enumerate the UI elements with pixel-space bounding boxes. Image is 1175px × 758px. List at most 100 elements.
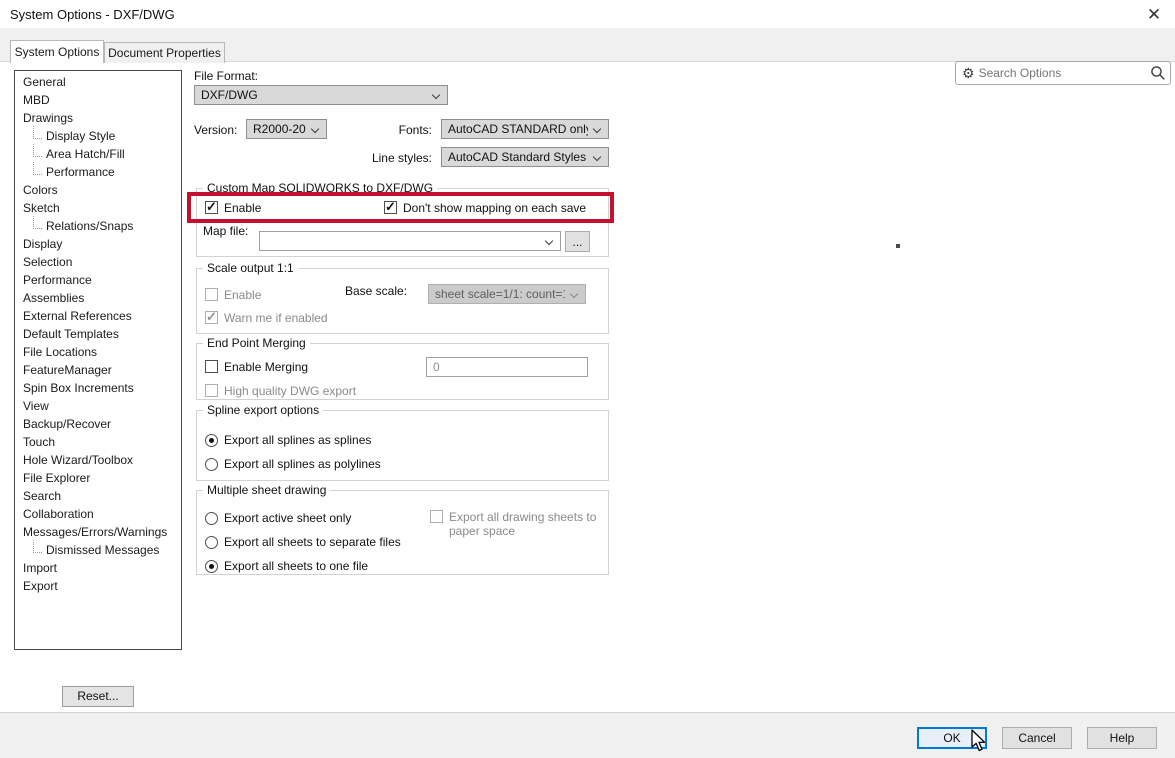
checkbox-box [205, 201, 218, 214]
sidebar-item-label: Backup/Recover [23, 417, 111, 431]
map-file-select[interactable] [259, 231, 561, 251]
spline-radio-export-all-splines-as-splines[interactable]: Export all splines as splines [205, 433, 381, 447]
chevron-down-icon [593, 153, 601, 161]
sidebar-item-collaboration[interactable]: Collaboration [15, 505, 181, 523]
sidebar-item-selection[interactable]: Selection [15, 253, 181, 271]
sidebar-item-view[interactable]: View [15, 397, 181, 415]
options-tree: General MBD Drawings Display Style Area Hatc… [14, 70, 182, 650]
sidebar-item-export[interactable]: Export [15, 577, 181, 595]
radio-button [205, 434, 218, 447]
custom-map-group-title: Custom Map SOLIDWORKS to DXF/DWG [203, 181, 437, 195]
base-scale-label: Base scale: [345, 284, 407, 298]
sidebar-item-sketch[interactable]: Sketch [15, 199, 181, 217]
radio-button [205, 560, 218, 573]
sidebar-item-label: Dismissed Messages [46, 543, 159, 557]
enable-mapping-checkbox[interactable]: Enable [205, 201, 261, 215]
tab-document-properties[interactable]: Document Properties [104, 42, 225, 63]
search-icon[interactable] [1150, 65, 1166, 81]
checkbox-box [430, 510, 443, 523]
version-select[interactable]: R2000-2002 [246, 119, 327, 139]
sidebar-item-file-explorer[interactable]: File Explorer [15, 469, 181, 487]
radio-label: Export all splines as polylines [224, 457, 381, 471]
base-scale-select: sheet scale=1/1: count=1 [428, 284, 586, 304]
line-styles-label: Line styles: [360, 151, 432, 165]
sidebar-item-relations-snaps[interactable]: Relations/Snaps [15, 217, 181, 235]
sidebar-item-performance[interactable]: Performance [15, 271, 181, 289]
file-format-select[interactable]: DXF/DWG [194, 85, 448, 105]
sidebar-item-display-style[interactable]: Display Style [15, 127, 181, 145]
search-options-box[interactable]: ⚙ [955, 61, 1171, 85]
chevron-down-icon [432, 91, 440, 99]
scale-enable-checkbox[interactable]: Enable [205, 288, 261, 302]
sidebar-item-file-locations[interactable]: File Locations [15, 343, 181, 361]
sidebar-item-import[interactable]: Import [15, 559, 181, 577]
checkbox-box [384, 201, 397, 214]
sidebar-item-label: Sketch [23, 201, 60, 215]
checkbox-box [205, 360, 218, 373]
reset-button[interactable]: Reset... [62, 686, 134, 707]
sidebar-item-label: Drawings [23, 111, 73, 125]
sidebar-item-label: Performance [23, 273, 92, 287]
sidebar-item-label: FeatureManager [23, 363, 112, 377]
radio-button [205, 536, 218, 549]
sidebar-item-label: Display Style [46, 129, 115, 143]
map-file-label: Map file: [203, 224, 248, 238]
sidebar-item-mbd[interactable]: MBD [15, 91, 181, 109]
sidebar-item-messages-errors-warnings[interactable]: Messages/Errors/Warnings [15, 523, 181, 541]
spline-radio-export-all-splines-as-polylines[interactable]: Export all splines as polylines [205, 457, 381, 471]
sidebar-item-general[interactable]: General [15, 73, 181, 91]
high-quality-dwg-checkbox: High quality DWG export [205, 384, 356, 398]
fonts-select[interactable]: AutoCAD STANDARD only [441, 119, 609, 139]
radio-button [205, 512, 218, 525]
close-icon[interactable]: ✕ [1143, 4, 1165, 26]
help-button[interactable]: Help [1087, 727, 1157, 749]
search-input[interactable] [979, 66, 1150, 80]
line-styles-select[interactable]: AutoCAD Standard Styles [441, 147, 609, 167]
sidebar-item-search[interactable]: Search [15, 487, 181, 505]
tab-system-options[interactable]: System Options [10, 40, 104, 63]
sidebar-item-label: Selection [23, 255, 72, 269]
sidebar-item-spin-box-increments[interactable]: Spin Box Increments [15, 379, 181, 397]
enable-merging-checkbox[interactable]: Enable Merging [205, 360, 308, 374]
sidebar-item-label: Collaboration [23, 507, 94, 521]
tree-connector [33, 162, 42, 175]
sidebar-item-touch[interactable]: Touch [15, 433, 181, 451]
sidebar-item-hole-wizard-toolbox[interactable]: Hole Wizard/Toolbox [15, 451, 181, 469]
tree-connector [33, 144, 42, 157]
sidebar-item-label: Spin Box Increments [23, 381, 134, 395]
spline-export-radio-group: Export all splines as splines Export all … [205, 433, 381, 471]
sidebar-item-display[interactable]: Display [15, 235, 181, 253]
cancel-button[interactable]: Cancel [1002, 727, 1072, 749]
sidebar-item-area-hatch-fill[interactable]: Area Hatch/Fill [15, 145, 181, 163]
sheet-radio-export-active-sheet-only[interactable]: Export active sheet only [205, 511, 401, 525]
browse-map-file-button[interactable]: ... [565, 231, 590, 252]
sidebar-item-label: MBD [23, 93, 50, 107]
sidebar-item-default-templates[interactable]: Default Templates [15, 325, 181, 343]
multiple-sheet-radio-group: Export active sheet only Export all sheet… [205, 511, 401, 573]
sidebar-item-label: File Explorer [23, 471, 90, 485]
merging-tolerance-input[interactable] [426, 357, 588, 377]
tree-connector [33, 540, 42, 553]
sidebar-item-label: View [23, 399, 49, 413]
sheet-radio-export-all-sheets-to-one-file[interactable]: Export all sheets to one file [205, 559, 401, 573]
sidebar-item-backup-recover[interactable]: Backup/Recover [15, 415, 181, 433]
sheet-radio-export-all-sheets-to-separate-files[interactable]: Export all sheets to separate files [205, 535, 401, 549]
gear-icon[interactable]: ⚙ [962, 66, 975, 80]
window-title: System Options - DXF/DWG [10, 7, 175, 22]
sidebar-item-performance[interactable]: Performance [15, 163, 181, 181]
radio-label: Export active sheet only [224, 511, 351, 525]
footer-bar [0, 713, 1175, 758]
sidebar-item-dismissed-messages[interactable]: Dismissed Messages [15, 541, 181, 559]
radio-label: Export all sheets to separate files [224, 535, 401, 549]
sidebar-item-external-references[interactable]: External References [15, 307, 181, 325]
sidebar-item-featuremanager[interactable]: FeatureManager [15, 361, 181, 379]
checkbox-box [205, 311, 218, 324]
sidebar-item-assemblies[interactable]: Assemblies [15, 289, 181, 307]
sidebar-item-label: Search [23, 489, 61, 503]
sidebar-item-colors[interactable]: Colors [15, 181, 181, 199]
sidebar-item-drawings[interactable]: Drawings [15, 109, 181, 127]
sidebar-item-label: General [23, 75, 66, 89]
ok-button[interactable]: OK [917, 727, 987, 749]
dont-show-mapping-checkbox[interactable]: Don't show mapping on each save [384, 201, 586, 215]
spline-export-group-title: Spline export options [203, 403, 323, 417]
